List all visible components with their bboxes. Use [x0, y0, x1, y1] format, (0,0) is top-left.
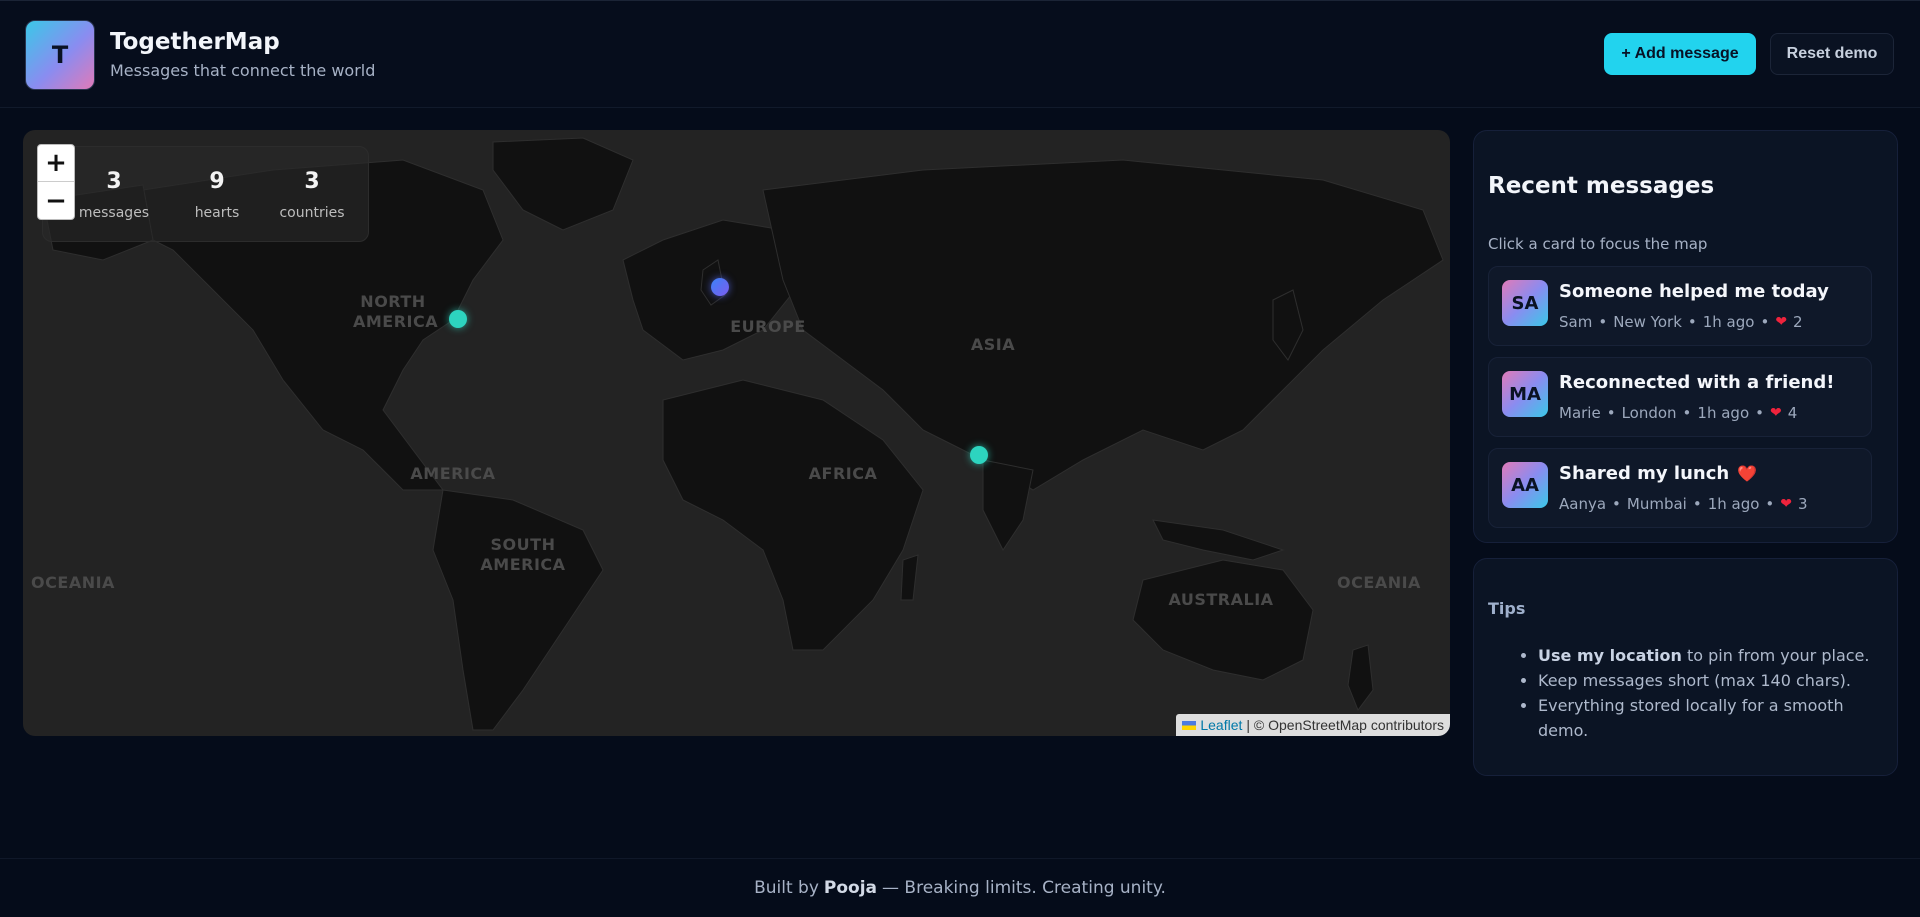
message-heart-count: 4	[1787, 404, 1798, 422]
map-marker-london[interactable]	[711, 278, 729, 296]
app-title: TogetherMap	[110, 29, 280, 55]
add-message-button[interactable]: + Add message	[1604, 33, 1756, 75]
zoom-out-button[interactable]: −	[38, 182, 74, 219]
avatar: AA	[1502, 462, 1548, 508]
recent-messages-hint: Click a card to focus the map	[1488, 235, 1708, 253]
zoom-in-button[interactable]: +	[38, 145, 74, 182]
tips-list: Use my location to pin from your place. …	[1538, 643, 1878, 743]
message-author: Sam	[1559, 313, 1593, 331]
map-label-europe: EUROPE	[730, 317, 806, 336]
reset-demo-button[interactable]: Reset demo	[1770, 33, 1894, 75]
map-label-america: AMERICA	[410, 464, 496, 483]
tip-text: Keep messages short (max 140 chars).	[1538, 671, 1851, 690]
message-city: New York	[1613, 313, 1682, 331]
map-stats-panel: 3 messages 9 hearts 3 countries	[42, 146, 369, 242]
message-card[interactable]: MA Reconnected with a friend! Marie • Lon…	[1488, 357, 1872, 437]
tip-text: to pin from your place.	[1681, 646, 1870, 665]
avatar: MA	[1502, 371, 1548, 417]
leaflet-link[interactable]: Leaflet	[1200, 717, 1242, 733]
message-title: Shared my lunch ❤️	[1559, 463, 1757, 484]
recent-messages-title: Recent messages	[1488, 173, 1715, 199]
message-meta: Sam • New York • 1h ago • ❤ 2	[1559, 313, 1803, 331]
message-title-text: Reconnected with a friend!	[1559, 372, 1835, 393]
world-map[interactable]: NORTH AMERICA EUROPE ASIA AMERICA AFRICA…	[23, 130, 1450, 736]
message-meta: Marie • London • 1h ago • ❤ 4	[1559, 404, 1798, 422]
message-author: Marie	[1559, 404, 1601, 422]
stat-hearts-value: 9	[209, 169, 225, 194]
map-label-oceania-left: OCEANIA	[31, 573, 115, 592]
footer-author: Pooja	[823, 878, 878, 898]
message-time: 1h ago	[1707, 495, 1760, 513]
footer-prefix: Built by	[754, 878, 819, 898]
map-label-asia: ASIA	[970, 335, 1016, 354]
message-city: Mumbai	[1626, 495, 1687, 513]
message-card[interactable]: AA Shared my lunch ❤️ Aanya • Mumbai • 1h …	[1488, 448, 1872, 528]
stat-messages-label: messages	[78, 205, 150, 221]
message-author: Aanya	[1559, 495, 1607, 513]
osm-attribution-text: | © OpenStreetMap contributors	[1246, 717, 1444, 733]
message-meta: Aanya • Mumbai • 1h ago • ❤ 3	[1559, 495, 1808, 513]
avatar: SA	[1502, 280, 1548, 326]
stat-messages-value: 3	[106, 169, 122, 194]
stat-countries-label: countries	[279, 205, 345, 221]
zoom-control: + −	[37, 144, 75, 220]
map-marker-new-york[interactable]	[449, 310, 467, 328]
tip-item: Use my location to pin from your place.	[1538, 643, 1878, 668]
map-label-australia: AUSTRALIA	[1168, 590, 1274, 609]
message-heart-count: 2	[1793, 313, 1803, 331]
tip-text: Everything stored locally for a smooth d…	[1538, 696, 1844, 740]
message-time: 1h ago	[1697, 404, 1750, 422]
stat-countries-value: 3	[304, 169, 320, 194]
map-label-south-america: SOUTH AMERICA	[480, 535, 566, 574]
app-logo: T	[25, 20, 95, 90]
heart-icon: ❤	[1769, 405, 1782, 421]
tip-bold: Use my location	[1538, 646, 1682, 665]
app-footer: Built by Pooja — Breaking limits. Creati…	[0, 858, 1920, 917]
footer-suffix: — Breaking limits. Creating unity.	[882, 878, 1166, 898]
message-title-text: Someone helped me today	[1559, 281, 1829, 302]
message-title: Someone helped me today	[1559, 281, 1829, 302]
message-heart-count: 3	[1798, 495, 1808, 513]
message-time: 1h ago	[1702, 313, 1755, 331]
message-card[interactable]: SA Someone helped me today Sam • New York…	[1488, 266, 1872, 346]
map-label-oceania-right: OCEANIA	[1337, 573, 1421, 592]
logo-letter: T	[51, 41, 69, 69]
stat-hearts-label: hearts	[194, 205, 240, 221]
map-attribution: Leaflet | © OpenStreetMap contributors	[1176, 714, 1450, 736]
message-title: Reconnected with a friend!	[1559, 372, 1834, 393]
tips-panel: Tips Use my location to pin from your pl…	[1473, 558, 1898, 776]
heart-icon: ❤	[1780, 496, 1793, 512]
app-subtitle: Messages that connect the world	[110, 61, 376, 80]
message-city: London	[1621, 404, 1677, 422]
map-label-africa: AFRICA	[808, 464, 878, 483]
title-heart-emoji: ❤️	[1737, 464, 1758, 483]
tip-item: Everything stored locally for a smooth d…	[1538, 693, 1878, 743]
app-header: T TogetherMap Messages that connect the …	[0, 0, 1920, 108]
tip-item: Keep messages short (max 140 chars).	[1538, 668, 1878, 693]
heart-icon: ❤	[1775, 314, 1788, 330]
map-label-north-america: NORTH AMERICA	[353, 292, 439, 331]
recent-messages-panel: Recent messages Click a card to focus th…	[1473, 130, 1898, 543]
ukraine-flag-icon	[1182, 720, 1197, 730]
map-marker-mumbai[interactable]	[970, 446, 988, 464]
tips-title: Tips	[1488, 599, 1526, 618]
message-title-text: Shared my lunch	[1559, 463, 1730, 484]
